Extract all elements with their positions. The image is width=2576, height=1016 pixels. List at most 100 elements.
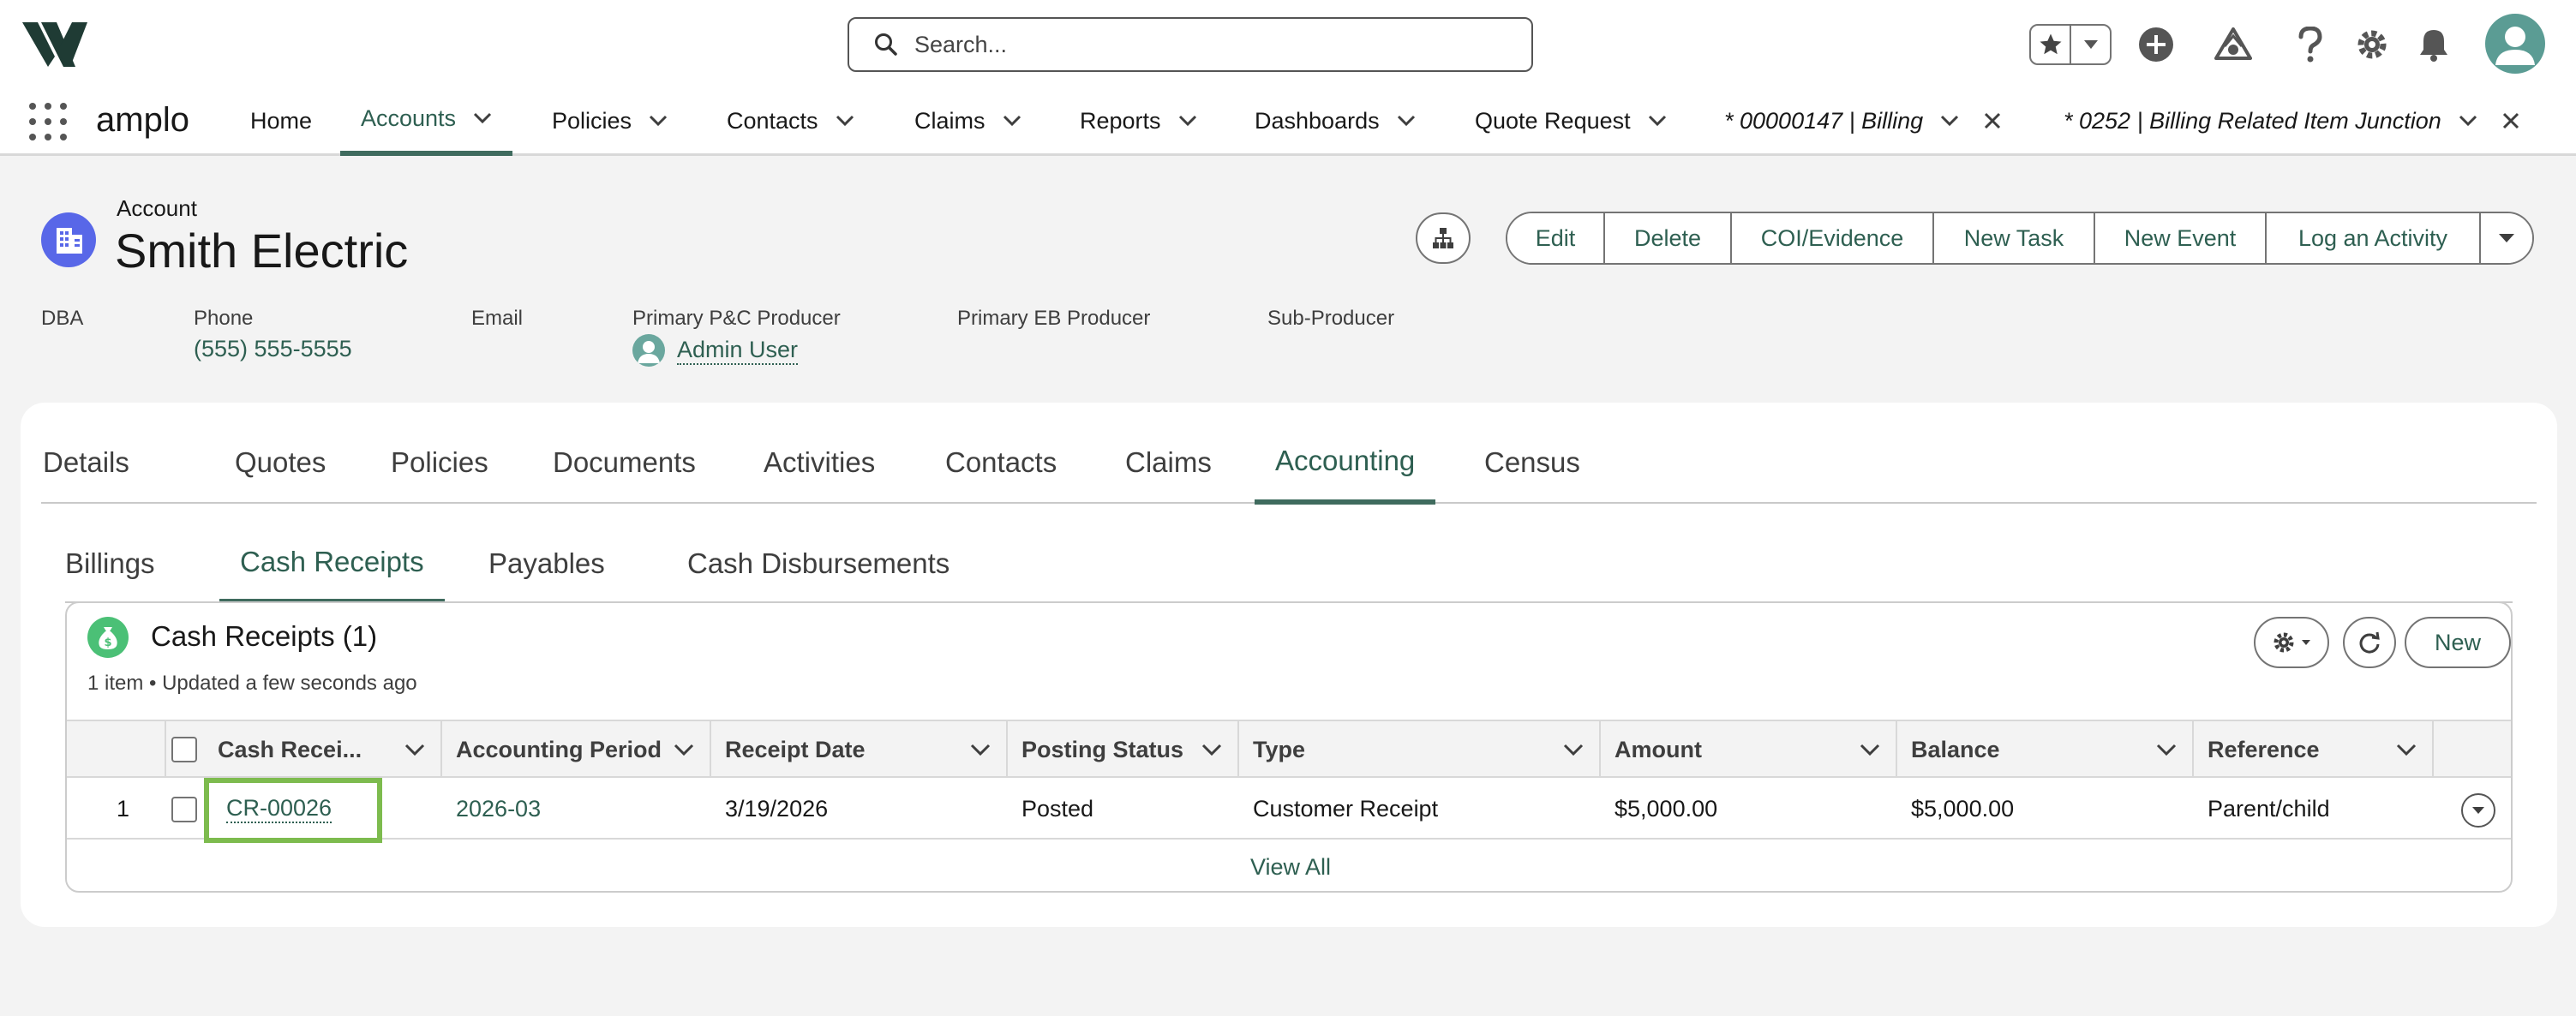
coi-evidence-button[interactable]: COI/Evidence [1732, 213, 1934, 263]
global-search[interactable] [848, 17, 1533, 72]
close-icon[interactable] [2501, 111, 2520, 130]
field-label-eb-producer: Primary EB Producer [957, 307, 1151, 330]
field-value-pc-producer[interactable]: Admin User [632, 334, 799, 367]
nav-item-quote-request[interactable]: Quote Request [1475, 86, 1667, 156]
column-header-amount[interactable]: Amount [1601, 721, 1897, 778]
chevron-down-icon[interactable] [2156, 744, 2177, 756]
chevron-down-icon[interactable] [1178, 115, 1197, 127]
help-button[interactable] [2291, 26, 2329, 63]
chevron-down-icon[interactable] [1003, 115, 1021, 127]
nav-item-dashboards[interactable]: Dashboards [1255, 86, 1416, 156]
user-avatar[interactable] [2485, 14, 2545, 74]
tab-accounting[interactable]: Accounting [1255, 421, 1436, 505]
chevron-down-icon[interactable] [2459, 115, 2477, 127]
tab-activities[interactable]: Activities [764, 421, 875, 504]
close-icon[interactable] [1983, 111, 2002, 130]
field-value-phone[interactable]: (555) 555-5555 [194, 336, 352, 362]
amplo-logo-icon[interactable] [22, 22, 87, 67]
gear-icon [2357, 30, 2387, 59]
tab-documents[interactable]: Documents [553, 421, 696, 504]
caret-down-icon [2472, 807, 2484, 814]
nav-item-accounts[interactable]: Accounts [340, 86, 513, 156]
column-header-reference[interactable]: Reference [2194, 721, 2434, 778]
search-input[interactable] [914, 31, 1497, 58]
workspace-tab-billing[interactable]: * 00000147 | Billing [1724, 86, 2002, 156]
column-header-balance[interactable]: Balance [1897, 721, 2194, 778]
notifications-button[interactable] [2415, 26, 2453, 63]
app-launcher-icon[interactable] [29, 103, 67, 140]
tab-details[interactable]: Details [43, 421, 129, 504]
nav-item-claims[interactable]: Claims [914, 86, 1021, 156]
setup-button[interactable] [2353, 26, 2391, 63]
subtab-cash-receipts[interactable]: Cash Receipts [219, 524, 445, 604]
view-hierarchy-button[interactable] [1416, 212, 1471, 264]
chevron-down-icon[interactable] [2396, 744, 2417, 756]
new-event-button[interactable]: New Event [2095, 213, 2267, 263]
workspace-tab-billing-related-item[interactable]: * 0252 | Billing Related Item Junction [2064, 86, 2520, 156]
chevron-down-icon[interactable] [836, 115, 854, 127]
caret-down-icon [2499, 234, 2514, 242]
accounting-period-value[interactable]: 2026-03 [456, 796, 541, 822]
chevron-down-icon[interactable] [473, 112, 492, 124]
cash-receipt-name[interactable]: CR-00026 [226, 795, 332, 823]
chevron-down-icon[interactable] [1397, 115, 1416, 127]
global-actions-button[interactable] [2137, 26, 2175, 63]
cash-receipt-link[interactable]: CR-00026 [226, 778, 332, 840]
view-all-link[interactable]: View All [67, 841, 2511, 891]
record-object-label: Account [117, 195, 197, 221]
chevron-down-icon[interactable] [674, 744, 694, 756]
nav-item-reports[interactable]: Reports [1080, 86, 1197, 156]
tab-policies[interactable]: Policies [391, 421, 488, 504]
log-activity-button[interactable]: Log an Activity [2267, 213, 2481, 263]
tab-census[interactable]: Census [1484, 421, 1580, 504]
user-link[interactable]: Admin User [677, 337, 799, 365]
subtab-billings[interactable]: Billings [65, 524, 155, 603]
column-header-accounting-period[interactable]: Accounting Period [442, 721, 711, 778]
refresh-button[interactable] [2343, 617, 2396, 668]
nav-item-label: Policies [552, 107, 632, 134]
list-settings-button[interactable] [2254, 617, 2329, 668]
column-label: Type [1253, 736, 1306, 762]
column-header-posting-status[interactable]: Posting Status [1008, 721, 1239, 778]
building-icon [57, 228, 82, 254]
chevron-down-icon[interactable] [1563, 744, 1584, 756]
chevron-down-icon[interactable] [1648, 115, 1667, 127]
nav-item-policies[interactable]: Policies [552, 86, 668, 156]
subtab-cash-disbursements[interactable]: Cash Disbursements [687, 524, 950, 603]
nav-item-contacts[interactable]: Contacts [727, 86, 854, 156]
nav-item-label: Accounts [361, 105, 457, 131]
chevron-down-icon[interactable] [1860, 744, 1880, 756]
column-header-receipt-date[interactable]: Receipt Date [711, 721, 1008, 778]
more-actions-button[interactable] [2481, 213, 2532, 263]
search-icon [875, 33, 897, 56]
chevron-down-icon[interactable] [1940, 115, 1959, 127]
chevron-down-icon[interactable] [970, 744, 991, 756]
chevron-down-icon[interactable] [649, 115, 668, 127]
tab-contacts[interactable]: Contacts [945, 421, 1057, 504]
tab-claims[interactable]: Claims [1125, 421, 1212, 504]
column-header-cash-receipt[interactable]: Cash Recei... [204, 721, 442, 778]
reference-cell: Parent/child [2208, 795, 2330, 822]
accounting-subtabs: Billings Cash Receipts Payables Cash Dis… [65, 524, 2513, 604]
delete-button[interactable]: Delete [1605, 213, 1732, 263]
row-checkbox[interactable] [171, 797, 197, 822]
subtab-payables[interactable]: Payables [488, 524, 605, 603]
accounting-period-link[interactable]: 2026-03 [456, 778, 541, 840]
workspace-tab-label: * 00000147 | Billing [1724, 107, 1924, 134]
select-all-checkbox[interactable] [171, 737, 197, 762]
favorites-menu-button[interactable] [2070, 26, 2110, 63]
trailhead-button[interactable] [2214, 26, 2252, 63]
tab-quotes[interactable]: Quotes [235, 421, 326, 504]
field-label-dba: DBA [41, 307, 84, 330]
related-list-title[interactable]: Cash Receipts (1) [151, 620, 377, 653]
new-button[interactable]: New [2405, 617, 2511, 668]
chevron-down-icon[interactable] [404, 744, 425, 756]
favorites-button[interactable] [2031, 26, 2070, 63]
edit-button[interactable]: Edit [1507, 213, 1605, 263]
field-label-pc-producer: Primary P&C Producer [632, 307, 841, 330]
chevron-down-icon[interactable] [1201, 744, 1222, 756]
row-actions-button[interactable] [2461, 793, 2495, 828]
new-task-button[interactable]: New Task [1934, 213, 2095, 263]
column-header-type[interactable]: Type [1239, 721, 1601, 778]
nav-item-home[interactable]: Home [250, 86, 312, 156]
